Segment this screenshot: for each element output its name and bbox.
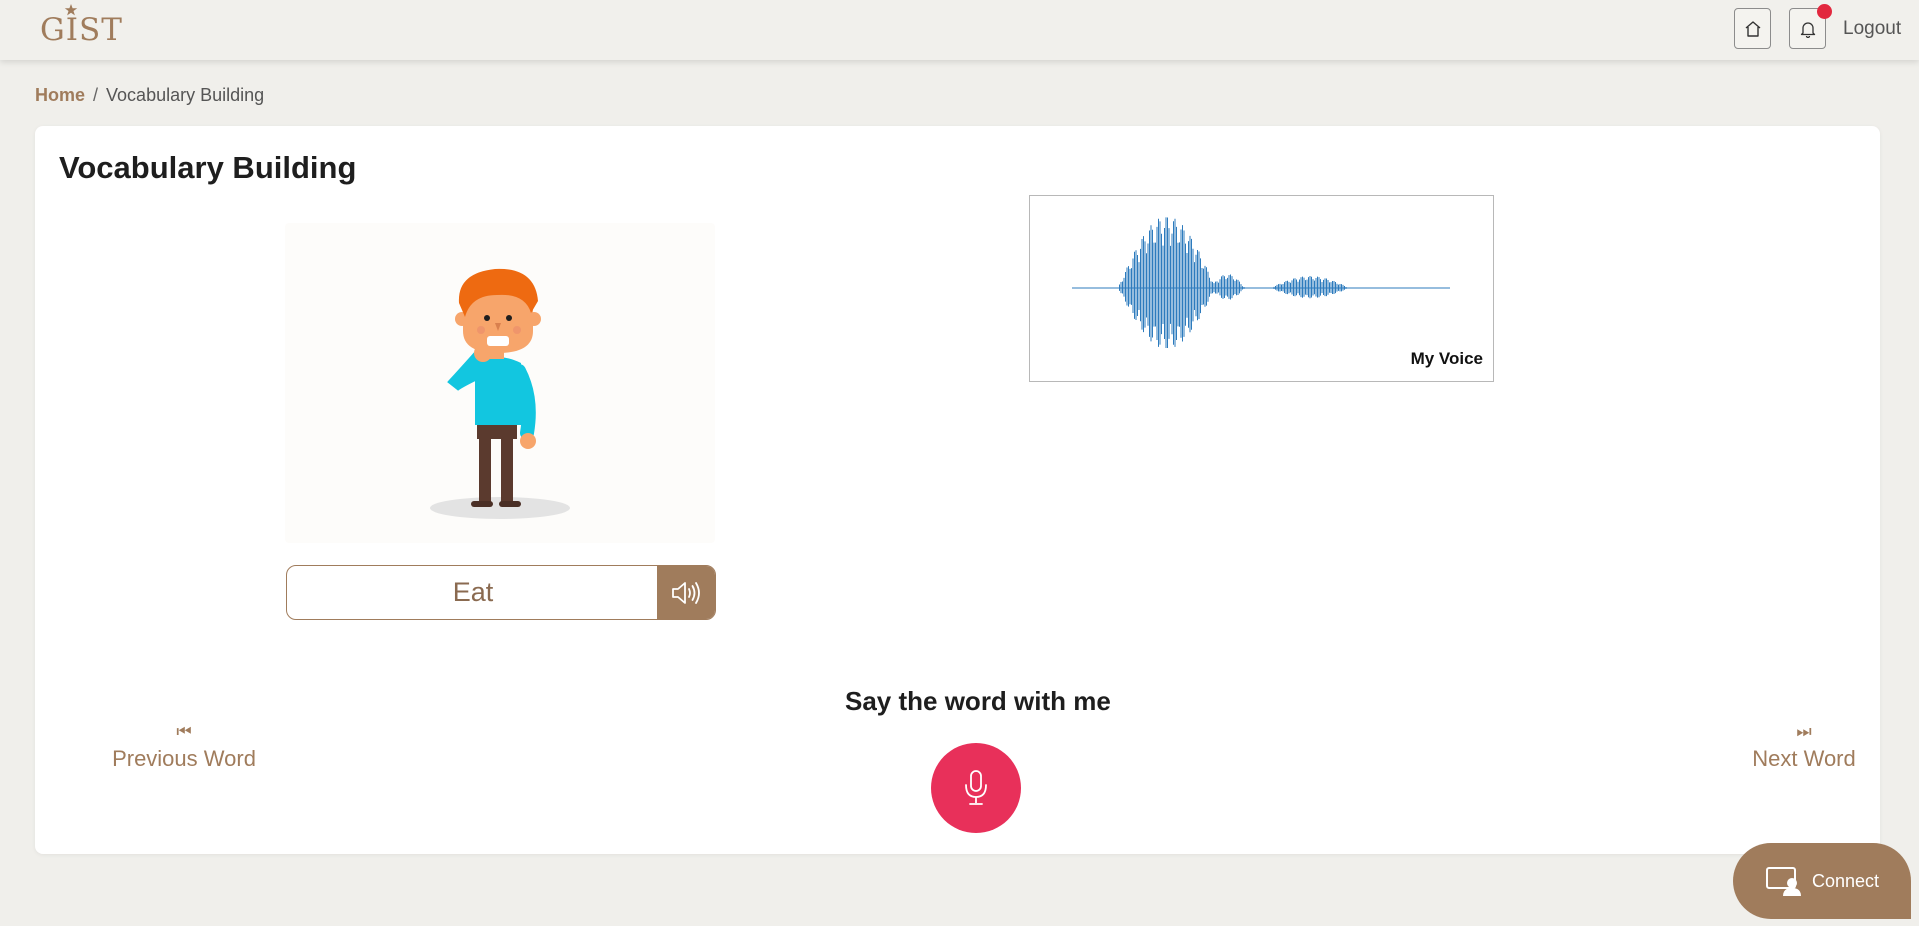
word-text: Eat — [452, 577, 494, 607]
home-icon — [1745, 20, 1760, 37]
play-pronunciation-button[interactable] — [657, 566, 715, 619]
logo-star-icon — [64, 4, 78, 16]
speaker-icon — [672, 581, 700, 604]
home-button[interactable] — [1734, 8, 1771, 49]
skip-forward-icon: ⏭ — [1796, 722, 1812, 741]
top-navbar: GIST Logout — [0, 0, 1919, 60]
gist-logo[interactable]: GIST — [40, 4, 123, 54]
page-title: Vocabulary Building — [59, 150, 357, 185]
breadcrumb-separator: / — [93, 85, 99, 105]
breadcrumb-home-link[interactable]: Home — [35, 85, 85, 105]
notification-badge — [1817, 4, 1832, 19]
logo-text: GIST — [40, 12, 123, 48]
word-illustration — [285, 223, 715, 543]
breadcrumb: Home / Vocabulary Building — [35, 85, 264, 106]
logout-link[interactable]: Logout — [1843, 18, 1901, 40]
screen-user-icon — [1766, 867, 1801, 896]
previous-word-button[interactable]: ⏮ Previous Word — [112, 722, 256, 772]
microphone-icon — [965, 770, 987, 805]
connect-label: Connect — [1812, 870, 1880, 891]
connect-button[interactable]: Connect — [1733, 843, 1911, 919]
next-word-label: Next Word — [1752, 746, 1856, 771]
word-display: Eat — [286, 565, 716, 620]
say-word-prompt: Say the word with me — [845, 686, 1111, 716]
waveform-label: My Voice — [1410, 349, 1483, 368]
voice-waveform: My Voice — [1029, 195, 1494, 382]
next-word-button[interactable]: ⏭ Next Word — [1748, 722, 1860, 772]
previous-word-label: Previous Word — [112, 746, 256, 771]
bell-icon — [1800, 21, 1815, 38]
breadcrumb-current: Vocabulary Building — [106, 85, 265, 105]
record-mic-button[interactable] — [931, 743, 1021, 833]
skip-back-icon: ⏮ — [176, 722, 192, 741]
